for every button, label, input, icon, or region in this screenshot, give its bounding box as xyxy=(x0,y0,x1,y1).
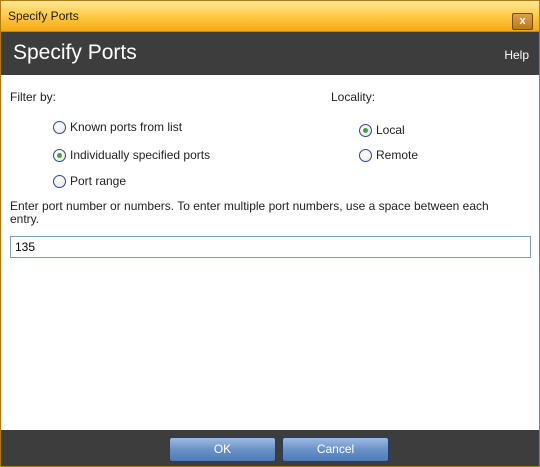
window-title: Specify Ports xyxy=(8,9,79,23)
radio-remote[interactable]: Remote xyxy=(359,147,418,163)
radio-label: Individually specified ports xyxy=(70,148,211,162)
page-title: Specify Ports xyxy=(13,41,137,64)
close-icon: x xyxy=(519,15,526,27)
radio-checked-icon xyxy=(53,148,66,162)
radio-local[interactable]: Local xyxy=(359,122,405,138)
port-number-input[interactable] xyxy=(10,236,531,258)
dialog-content: Filter by: Known ports from list Individ… xyxy=(1,75,539,431)
filter-by-label: Filter by: xyxy=(10,90,57,104)
radio-unchecked-icon xyxy=(53,174,66,188)
radio-known-ports[interactable]: Known ports from list xyxy=(53,119,182,135)
title-bar[interactable]: Specify Ports x xyxy=(1,1,539,32)
radio-unchecked-icon xyxy=(53,120,66,134)
radio-checked-icon xyxy=(359,123,372,137)
specify-ports-dialog: Specify Ports x Specify Ports Help Filte… xyxy=(0,0,540,467)
dialog-footer: OK Cancel xyxy=(1,430,539,466)
radio-port-range[interactable]: Port range xyxy=(53,173,126,189)
radio-unchecked-icon xyxy=(359,148,372,162)
help-link[interactable]: Help xyxy=(504,48,529,62)
ok-button[interactable]: OK xyxy=(169,437,276,462)
port-entry-instructions: Enter port number or numbers. To enter m… xyxy=(10,199,489,226)
cancel-button[interactable]: Cancel xyxy=(282,437,389,462)
radio-label: Remote xyxy=(376,148,419,162)
radio-label: Local xyxy=(376,123,405,137)
dialog-header: Specify Ports Help xyxy=(1,32,539,75)
radio-label: Port range xyxy=(70,174,127,188)
radio-label: Known ports from list xyxy=(70,120,183,134)
close-button[interactable]: x xyxy=(512,13,533,30)
radio-individual-ports[interactable]: Individually specified ports xyxy=(53,147,210,163)
locality-label: Locality: xyxy=(331,90,376,104)
